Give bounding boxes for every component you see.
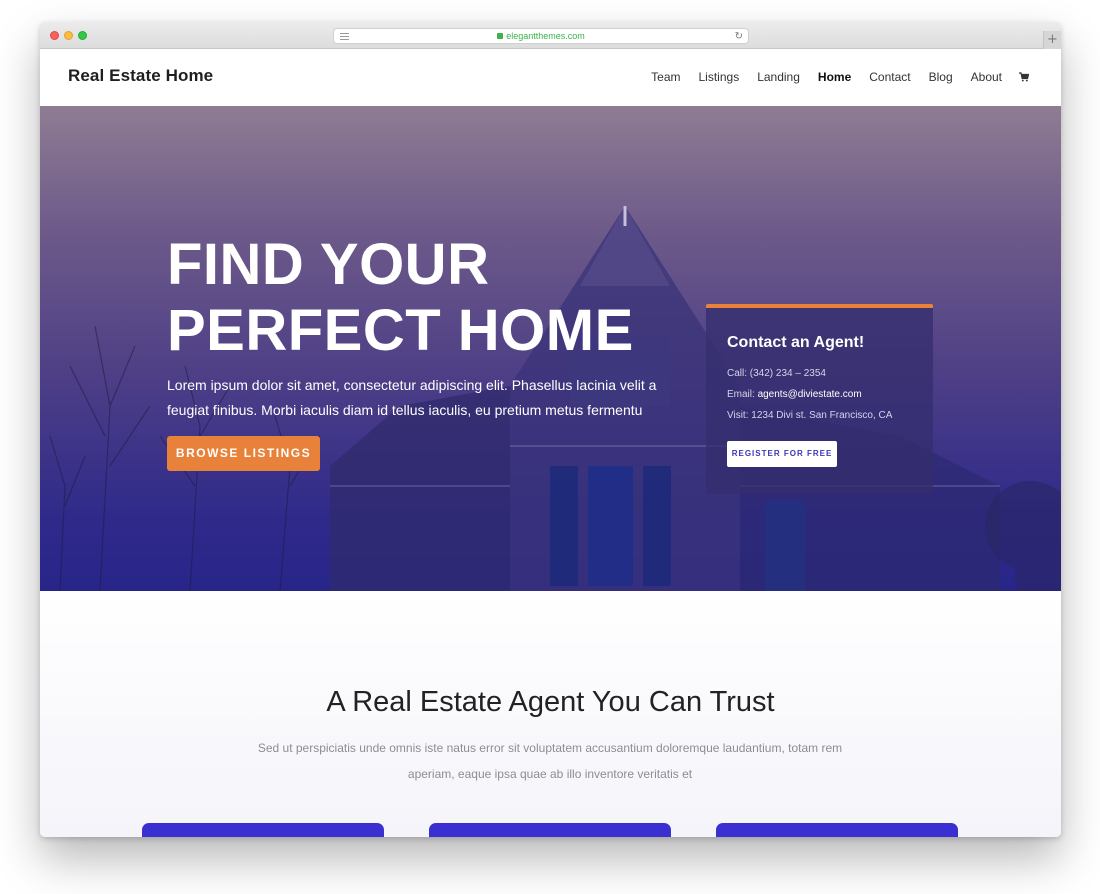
nav-item-blog[interactable]: Blog <box>929 70 953 84</box>
url-display: elegantthemes.com <box>334 30 748 43</box>
hero-section: FIND YOUR PERFECT HOME Lorem ipsum dolor… <box>40 106 1061 591</box>
agent-card-title: Contact an Agent! <box>727 334 865 351</box>
nav-item-listings[interactable]: Listings <box>699 70 740 84</box>
trust-title: A Real Estate Agent You Can Trust <box>326 686 775 718</box>
browser-toolbar: elegantthemes.com ↻ + <box>40 22 1061 49</box>
feature-card <box>429 823 671 837</box>
reload-icon[interactable]: ↻ <box>735 31 743 42</box>
lock-icon <box>497 33 504 39</box>
address-bar[interactable]: elegantthemes.com ↻ <box>333 28 749 44</box>
trust-section: A Real Estate Agent You Can Trust Sed ut… <box>40 591 1061 837</box>
cart-icon[interactable] <box>1019 72 1029 82</box>
minimize-window-button[interactable] <box>64 31 73 40</box>
agent-email-line: Email: agents@diviestate.com <box>727 389 862 400</box>
trust-description: Sed ut perspiciatis unde omnis iste natu… <box>257 741 843 781</box>
zoom-window-button[interactable] <box>78 31 87 40</box>
new-tab-button[interactable]: + <box>1043 31 1061 49</box>
site-logo[interactable]: Real Estate Home <box>68 66 213 86</box>
browser-window: elegantthemes.com ↻ + Real Estate Home T… <box>40 22 1061 837</box>
main-nav: Team Listings Landing Home Contact Blog … <box>633 70 1029 84</box>
url-text: elegantthemes.com <box>506 31 585 41</box>
site-header: Real Estate Home Team Listings Landing H… <box>40 49 1061 106</box>
nav-item-landing[interactable]: Landing <box>757 70 800 84</box>
contact-agent-card: Contact an Agent! Call: (342) 234 – 2354… <box>706 304 933 494</box>
nav-item-contact[interactable]: Contact <box>869 70 910 84</box>
feature-card <box>716 823 958 837</box>
nav-item-about[interactable]: About <box>971 70 1002 84</box>
agent-email-link[interactable]: agents@diviestate.com <box>758 389 862 400</box>
browse-listings-button[interactable]: BROWSE LISTINGS <box>167 436 320 471</box>
register-button[interactable]: REGISTER FOR FREE <box>727 441 837 467</box>
agent-email-prefix: Email: <box>727 389 758 400</box>
agent-address: Visit: 1234 Divi st. San Francisco, CA <box>727 410 893 421</box>
hero-title-line1: FIND YOUR <box>167 232 490 297</box>
nav-item-home[interactable]: Home <box>818 70 851 84</box>
nav-item-team[interactable]: Team <box>651 70 680 84</box>
agent-phone: Call: (342) 234 – 2354 <box>727 368 826 379</box>
close-window-button[interactable] <box>50 31 59 40</box>
hero-description: Lorem ipsum dolor sit amet, consectetur … <box>167 377 657 418</box>
feature-card <box>142 823 384 837</box>
hero-title-line2: PERFECT HOME <box>167 298 634 363</box>
hero-title: FIND YOUR PERFECT HOME <box>167 232 687 364</box>
